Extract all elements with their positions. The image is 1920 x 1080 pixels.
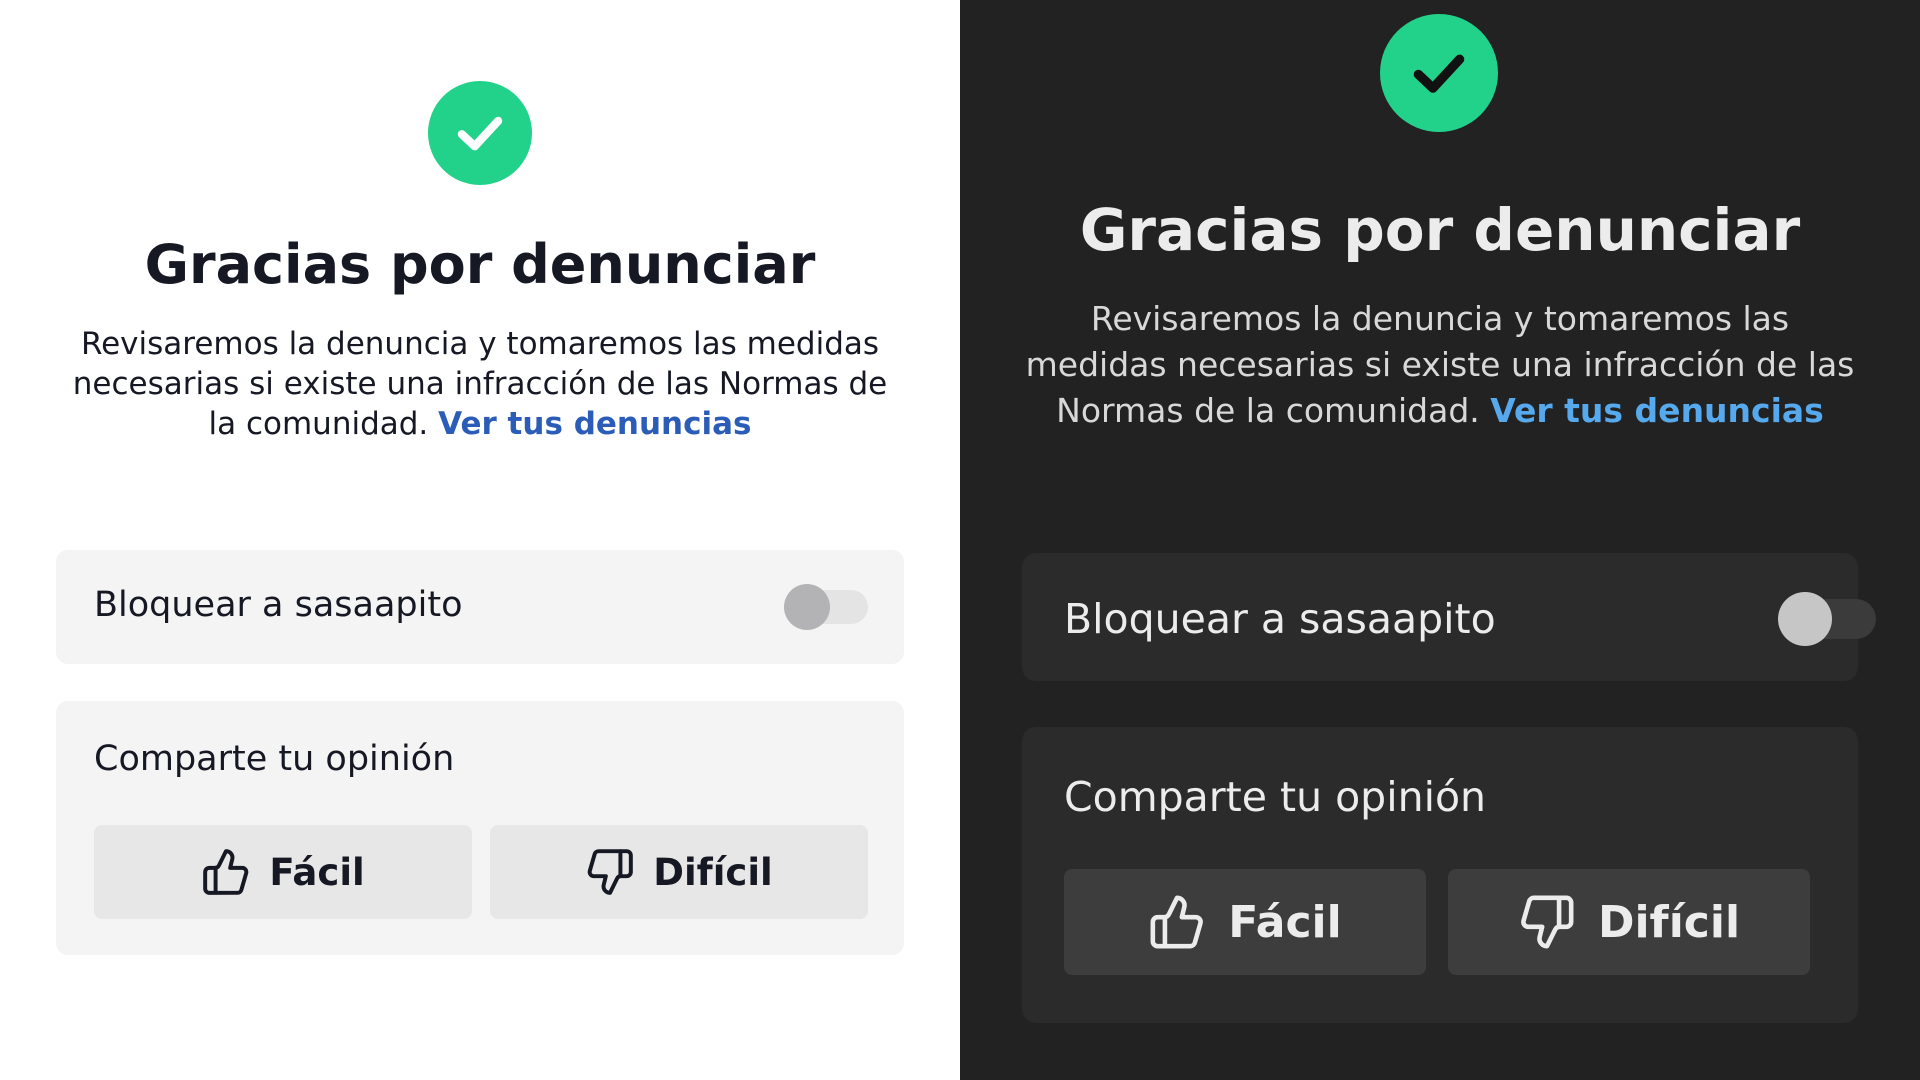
- success-check-icon: [428, 81, 532, 185]
- thumbs-up-icon: [1148, 893, 1206, 951]
- success-check-icon: [1380, 14, 1498, 132]
- view-reports-link[interactable]: Ver tus denuncias: [1490, 391, 1824, 430]
- hard-label: Difícil: [1597, 896, 1741, 948]
- hard-label: Difícil: [653, 850, 773, 894]
- light-theme-panel: Gracias por denunciar Revisaremos la den…: [0, 0, 960, 1080]
- block-user-label: Bloquear a sasaapito: [94, 585, 463, 625]
- feedback-card: Comparte tu opinión Fácil Difícil: [56, 701, 904, 955]
- feedback-label: Comparte tu opinión: [94, 739, 455, 779]
- thumbs-up-icon: [201, 847, 251, 897]
- feedback-label: Comparte tu opinión: [1064, 773, 1487, 821]
- feedback-card: Comparte tu opinión Fácil Difícil: [1022, 727, 1858, 1023]
- easy-label: Fácil: [269, 850, 365, 894]
- page-title: Gracias por denunciar: [1079, 196, 1801, 264]
- hard-button[interactable]: Difícil: [490, 825, 868, 919]
- block-user-row: Bloquear a sasaapito: [56, 550, 904, 664]
- report-description: Revisaremos la denuncia y tomaremos las …: [60, 324, 900, 444]
- easy-label: Fácil: [1228, 896, 1342, 948]
- block-user-label: Bloquear a sasaapito: [1064, 595, 1496, 643]
- toggle-knob: [784, 584, 830, 630]
- block-user-toggle[interactable]: [784, 584, 868, 630]
- easy-button[interactable]: Fácil: [1064, 869, 1426, 975]
- easy-button[interactable]: Fácil: [94, 825, 472, 919]
- dark-theme-panel: Gracias por denunciar Revisaremos la den…: [960, 0, 1920, 1080]
- thumbs-down-icon: [1518, 893, 1576, 951]
- hard-button[interactable]: Difícil: [1448, 869, 1810, 975]
- block-user-toggle[interactable]: [1778, 592, 1876, 646]
- view-reports-link[interactable]: Ver tus denuncias: [438, 406, 751, 442]
- toggle-knob: [1778, 592, 1832, 646]
- thumbs-down-icon: [585, 847, 635, 897]
- block-user-row: Bloquear a sasaapito: [1022, 553, 1876, 681]
- report-description: Revisaremos la denuncia y tomaremos las …: [1022, 296, 1858, 434]
- page-title: Gracias por denunciar: [144, 233, 816, 296]
